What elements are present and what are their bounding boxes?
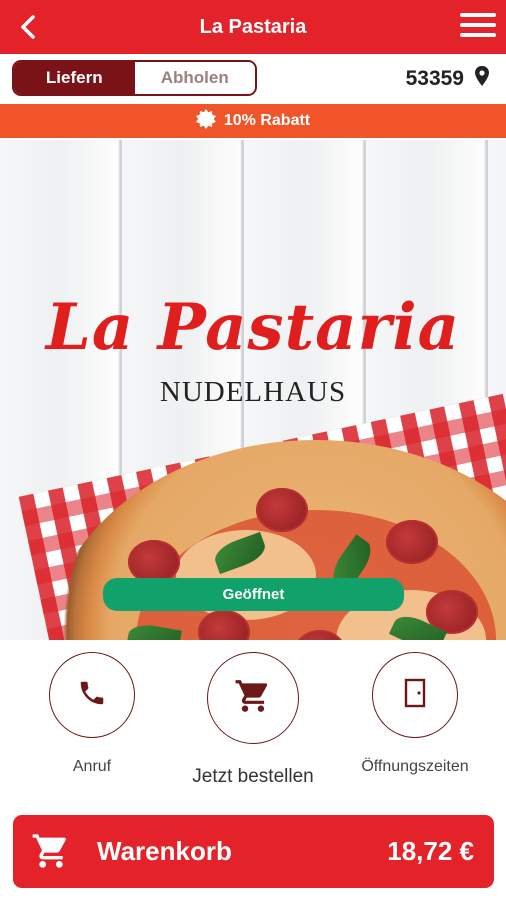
zip-code: 53359 <box>405 67 464 90</box>
call-label: Anruf <box>72 758 112 775</box>
mode-option-delivery[interactable]: Liefern <box>14 62 135 94</box>
order-mode-switch: Liefern Abholen <box>12 60 257 96</box>
discount-banner[interactable]: 10% Rabatt <box>0 104 506 138</box>
call-button[interactable] <box>49 652 135 738</box>
hero-banner: La Pastaria NUDELHAUS Geöffnet <box>0 140 506 640</box>
order-now-button[interactable] <box>207 652 299 744</box>
open-status-badge: Geöffnet <box>103 578 404 611</box>
door-icon <box>402 678 428 713</box>
order-now-action[interactable]: Jetzt bestellen <box>192 652 314 787</box>
location-selector[interactable]: 53359 <box>406 62 490 96</box>
quick-actions: Anruf Jetzt bestellen Öffnungszeiten <box>0 640 506 800</box>
call-action[interactable]: Anruf <box>48 652 136 775</box>
mode-option-pickup[interactable]: Abholen <box>134 62 255 94</box>
page-title: La Pastaria <box>199 16 307 38</box>
shopping-cart-icon <box>234 677 272 720</box>
shopping-cart-icon <box>31 831 71 876</box>
cart-total: 18,72 € <box>387 836 474 866</box>
opening-hours-label: Öffnungszeiten <box>361 758 469 775</box>
order-mode-bar: Liefern Abholen 53359 <box>0 54 506 102</box>
brand-subtitle: NUDELHAUS <box>159 376 347 408</box>
cart-button[interactable]: Warenkorb 18,72 € <box>13 815 494 888</box>
location-pin-icon <box>474 65 490 93</box>
starburst-icon <box>195 108 216 134</box>
opening-hours-action[interactable]: Öffnungszeiten <box>361 652 469 775</box>
discount-text: 10% Rabatt <box>223 112 311 129</box>
hamburger-menu-icon[interactable] <box>460 13 496 41</box>
phone-icon <box>77 678 107 713</box>
cart-label: Warenkorb <box>97 836 232 866</box>
top-app-bar: La Pastaria <box>0 0 506 54</box>
order-now-label: Jetzt bestellen <box>192 766 314 787</box>
opening-hours-button[interactable] <box>372 652 458 738</box>
brand-logo-text: La Pastaria <box>45 290 461 365</box>
